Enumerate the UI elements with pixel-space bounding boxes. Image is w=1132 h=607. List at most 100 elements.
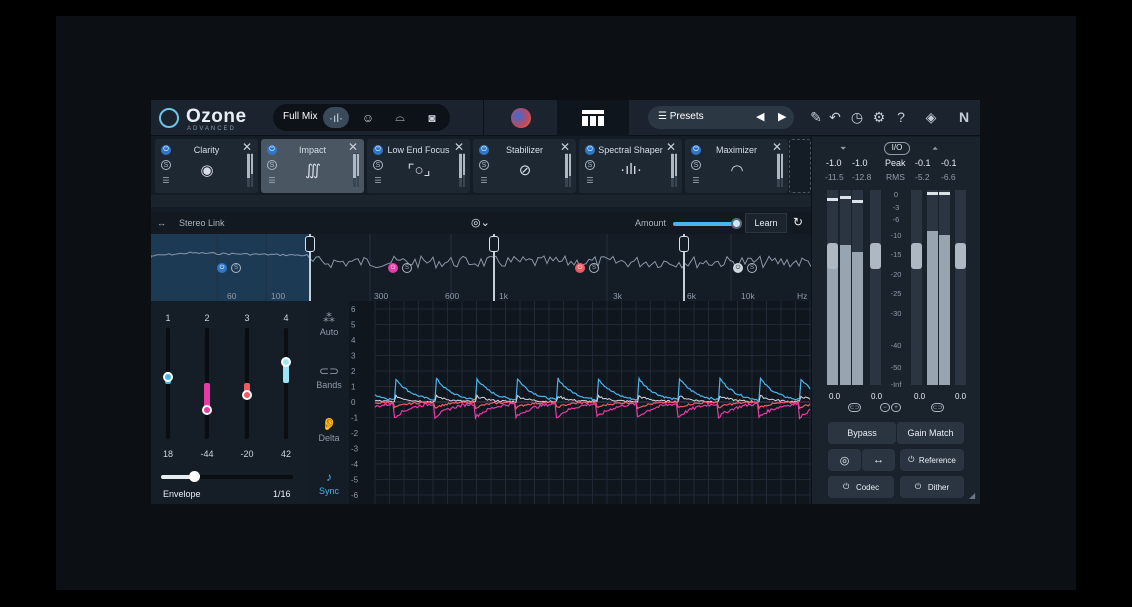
mode-auto[interactable]: ⁂ Auto xyxy=(309,311,349,337)
close-icon[interactable]: ✕ xyxy=(772,140,782,154)
fader-1[interactable] xyxy=(163,328,173,439)
list-icon[interactable]: ☰ xyxy=(585,175,595,185)
spectrum-display[interactable]: ⏻ S ⏻ S ⏻ S ⏻ S 60 100 300 600 1k 3k 6k 10k … xyxy=(151,234,811,301)
crossover-handle[interactable] xyxy=(679,236,689,252)
input-link-icon[interactable]: ⊂⊃ xyxy=(848,403,861,412)
assistant-button[interactable] xyxy=(483,100,557,136)
close-icon[interactable]: ✕ xyxy=(560,140,570,154)
fader-2[interactable] xyxy=(202,328,212,439)
module-low-end-focus[interactable]: ⏻ S ☰ Low End Focus ✕ ⌜○⌟ xyxy=(367,139,470,193)
output-gain-fader-left[interactable] xyxy=(911,243,922,269)
output-link-icon[interactable]: ⊂⊃ xyxy=(931,403,944,412)
drums-mode-button[interactable]: ⌓ xyxy=(387,107,413,128)
close-icon[interactable]: ✕ xyxy=(348,140,358,154)
music-note-icon: ♪ xyxy=(326,470,332,484)
module-impact[interactable]: ⏻ S ☰ Impact ✕ ∭ xyxy=(261,139,364,193)
fader-handle[interactable] xyxy=(242,390,252,400)
stereo-link-label[interactable]: Stereo Link xyxy=(179,218,225,228)
gear-icon[interactable]: ⚙ xyxy=(870,109,888,126)
mode-delta[interactable]: 👂 Delta xyxy=(309,417,349,443)
list-icon[interactable]: ☰ xyxy=(691,175,701,185)
envelope-slider-handle[interactable] xyxy=(189,471,200,482)
learn-button[interactable]: Learn xyxy=(745,213,787,233)
output-gain-fader-right[interactable] xyxy=(955,243,966,269)
crossover-3[interactable] xyxy=(679,234,689,301)
input-gain-fader-right[interactable] xyxy=(870,243,881,269)
crossover-2[interactable] xyxy=(489,234,499,301)
solo-icon[interactable]: S xyxy=(691,160,701,170)
fader-4[interactable] xyxy=(281,328,291,439)
history-icon[interactable]: ◷ xyxy=(848,109,866,126)
crossover-handle[interactable] xyxy=(305,236,315,252)
undo-icon[interactable]: ↶ xyxy=(826,109,844,126)
input-rms-left: -11.5 xyxy=(825,172,844,182)
resize-handle-icon[interactable]: ◢ xyxy=(969,491,975,500)
module-spectral-shaper[interactable]: ⏻ S ☰ Spectral Shaper ✕ ·ılı· xyxy=(579,139,682,193)
input-gain-fader-left[interactable] xyxy=(827,243,838,269)
module-stabilizer[interactable]: ⏻ S ☰ Stabilizer ✕ ⊘ xyxy=(473,139,576,193)
add-module-slot[interactable] xyxy=(789,139,811,193)
gauge-icon: ◠ xyxy=(730,162,744,179)
amount-slider-handle[interactable] xyxy=(731,218,742,229)
close-icon[interactable]: ✕ xyxy=(242,140,252,154)
module-clarity[interactable]: ⏻ S ☰ Clarity ✕ ◉ xyxy=(155,139,258,193)
stereo-mode-button[interactable]: ◎ xyxy=(828,449,861,471)
reference-button[interactable]: ⏻ Reference xyxy=(900,449,964,471)
solo-icon[interactable]: S xyxy=(479,160,489,170)
codec-button[interactable]: ⏻ Codec xyxy=(828,476,894,498)
stereo-mode-dropdown[interactable]: ◎⌄ xyxy=(471,216,490,229)
crossover-1[interactable] xyxy=(305,234,315,301)
module-view-button[interactable] xyxy=(557,100,629,136)
prev-preset-button[interactable]: ◀ xyxy=(756,110,764,123)
dither-button[interactable]: ⏻ Dither xyxy=(900,476,964,498)
waveform-mode-button[interactable]: ·ıl· xyxy=(323,107,349,128)
solo-icon[interactable]: S xyxy=(585,160,595,170)
mode-sync[interactable]: ♪ Sync xyxy=(309,470,349,496)
list-icon[interactable]: ☰ xyxy=(161,175,171,185)
power-icon[interactable]: ⏻ xyxy=(733,263,743,273)
solo-icon[interactable]: S xyxy=(161,160,171,170)
full-mix-label[interactable]: Full Mix xyxy=(283,111,317,122)
solo-icon[interactable]: S xyxy=(402,263,412,273)
mode-bands[interactable]: ⊂⊃ Bands xyxy=(309,364,349,390)
bypass-button[interactable]: Bypass xyxy=(828,422,896,444)
power-icon[interactable]: ⏻ xyxy=(217,263,227,273)
help-icon[interactable]: ? xyxy=(892,109,910,125)
gain-plus-icon[interactable]: + xyxy=(891,403,901,412)
stereo-link-icon[interactable]: ↔ xyxy=(157,218,166,228)
amount-slider[interactable] xyxy=(673,222,739,226)
close-icon[interactable]: ✕ xyxy=(666,140,676,154)
crossover-handle[interactable] xyxy=(489,236,499,252)
fader-value: 18 xyxy=(162,449,173,459)
fader-handle[interactable] xyxy=(202,405,212,415)
list-icon[interactable]: ☰ xyxy=(373,175,383,185)
gain-match-button[interactable]: Gain Match xyxy=(896,422,964,444)
refresh-icon[interactable]: ↻ xyxy=(793,215,803,229)
io-toggle[interactable]: I/O xyxy=(884,142,910,155)
instrument-mode-button[interactable]: ◙ xyxy=(419,107,445,128)
pencil-icon[interactable]: ✎ xyxy=(807,109,825,126)
output-peak-left: -0.1 xyxy=(915,158,931,168)
solo-icon[interactable]: S xyxy=(231,263,241,273)
fader-handle[interactable] xyxy=(281,357,291,367)
solo-icon[interactable]: S xyxy=(747,263,757,273)
freq-label: Hz xyxy=(797,291,808,301)
fader-handle[interactable] xyxy=(163,372,173,382)
solo-icon[interactable]: S xyxy=(373,160,383,170)
presets-bar[interactable]: ☰ Presets ◀ ▶ xyxy=(648,106,794,129)
module-maximizer[interactable]: ⏻ S ☰ Maximizer ✕ ◠ xyxy=(685,139,788,193)
next-preset-button[interactable]: ▶ xyxy=(778,110,786,123)
swap-channels-button[interactable]: ↔ xyxy=(862,449,895,471)
transient-graph[interactable]: 6 5 4 3 2 1 0 -1 -2 -3 -4 -5 -6 xyxy=(349,301,811,504)
solo-icon[interactable]: S xyxy=(589,263,599,273)
gain-minus-icon[interactable]: − xyxy=(880,403,890,412)
fader-3[interactable] xyxy=(242,328,252,439)
close-icon[interactable]: ✕ xyxy=(454,140,464,154)
power-icon[interactable]: ⏻ xyxy=(575,263,585,273)
solo-icon[interactable]: S xyxy=(267,160,277,170)
list-icon[interactable]: ☰ xyxy=(267,175,277,185)
fader-value: 42 xyxy=(280,449,291,459)
power-icon[interactable]: ⏻ xyxy=(388,263,398,273)
list-icon[interactable]: ☰ xyxy=(479,175,489,185)
vocal-mode-button[interactable]: ☺ xyxy=(355,107,381,128)
